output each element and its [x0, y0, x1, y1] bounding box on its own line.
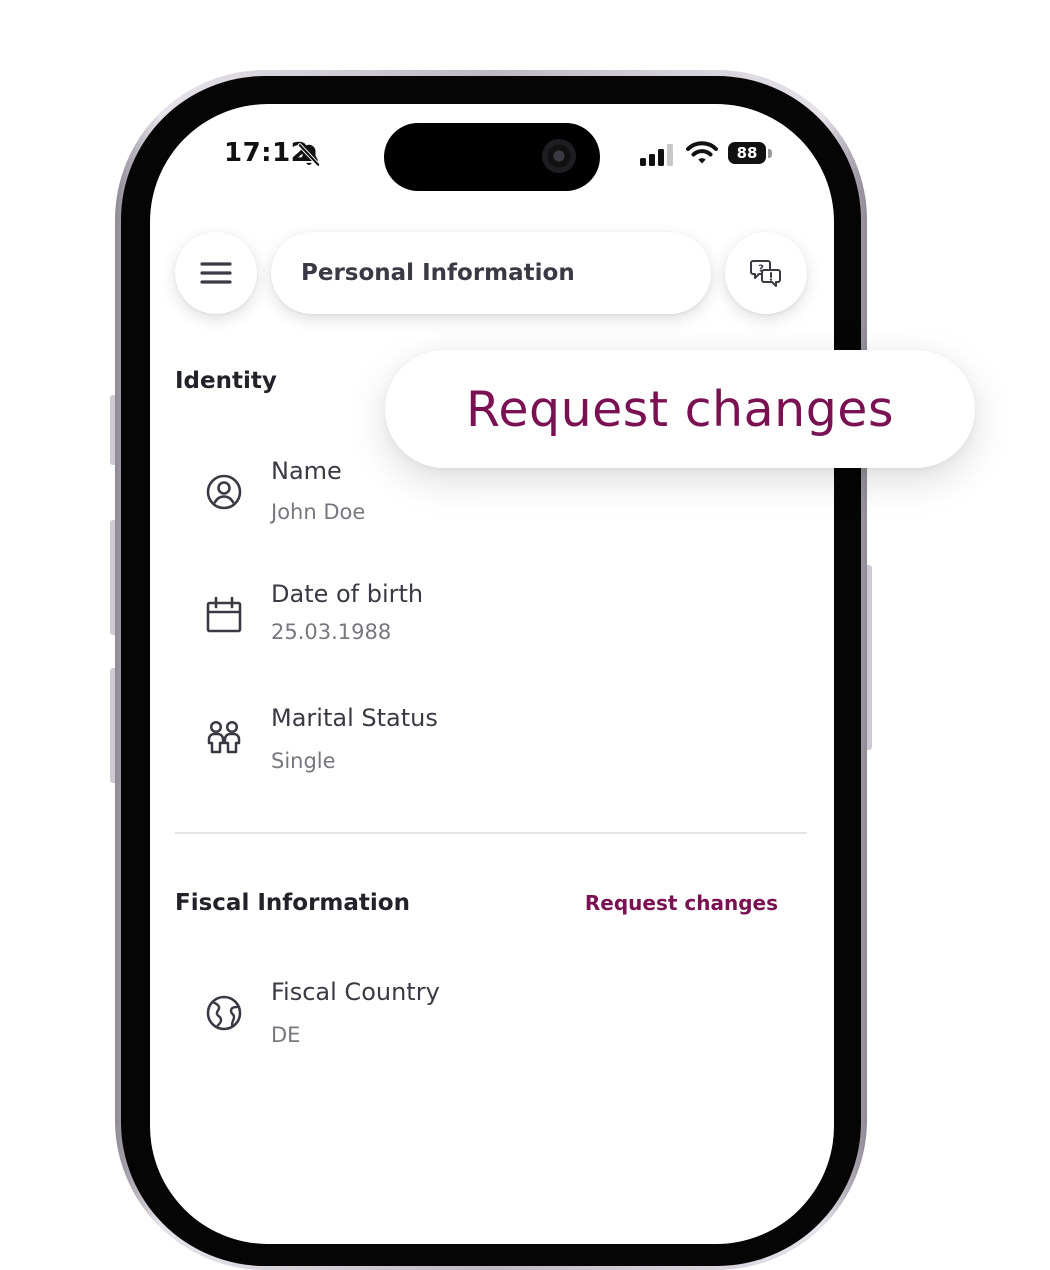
menu-button[interactable] [175, 232, 257, 314]
support-chat-button[interactable]: ? [725, 232, 807, 314]
fiscal-section-title: Fiscal Information [175, 890, 410, 916]
dynamic-island [384, 123, 600, 191]
user-circle-icon [206, 474, 242, 510]
page-title: Personal Information [271, 232, 711, 314]
request-changes-callout[interactable]: Request changes [385, 350, 975, 468]
front-camera [542, 139, 576, 173]
battery-indicator: 88 [728, 142, 766, 164]
bell-slash-icon [297, 143, 321, 167]
globe-icon [206, 995, 242, 1031]
marital-status-value: Single [271, 749, 336, 773]
section-divider [175, 832, 807, 834]
fiscal-request-changes-link[interactable]: Request changes [585, 891, 778, 915]
chat-question-icon: ? [750, 260, 781, 287]
fiscal-country-value: DE [271, 1023, 301, 1047]
name-label: Name [271, 457, 342, 485]
marital-status-label: Marital Status [271, 704, 438, 732]
fiscal-country-label: Fiscal Country [271, 978, 440, 1006]
identity-section-title: Identity [175, 368, 277, 394]
battery-tip [768, 149, 772, 158]
name-value: John Doe [271, 500, 366, 524]
dob-label: Date of birth [271, 580, 424, 608]
people-icon [207, 720, 241, 754]
wifi-icon [686, 141, 718, 164]
phone-screen: 17:12 88 Personal Information ? Identity… [150, 104, 834, 1244]
cellular-signal-icon [640, 144, 673, 166]
calendar-icon [206, 596, 242, 633]
hamburger-menu-icon [200, 262, 232, 284]
dob-value: 25.03.1988 [271, 620, 392, 644]
